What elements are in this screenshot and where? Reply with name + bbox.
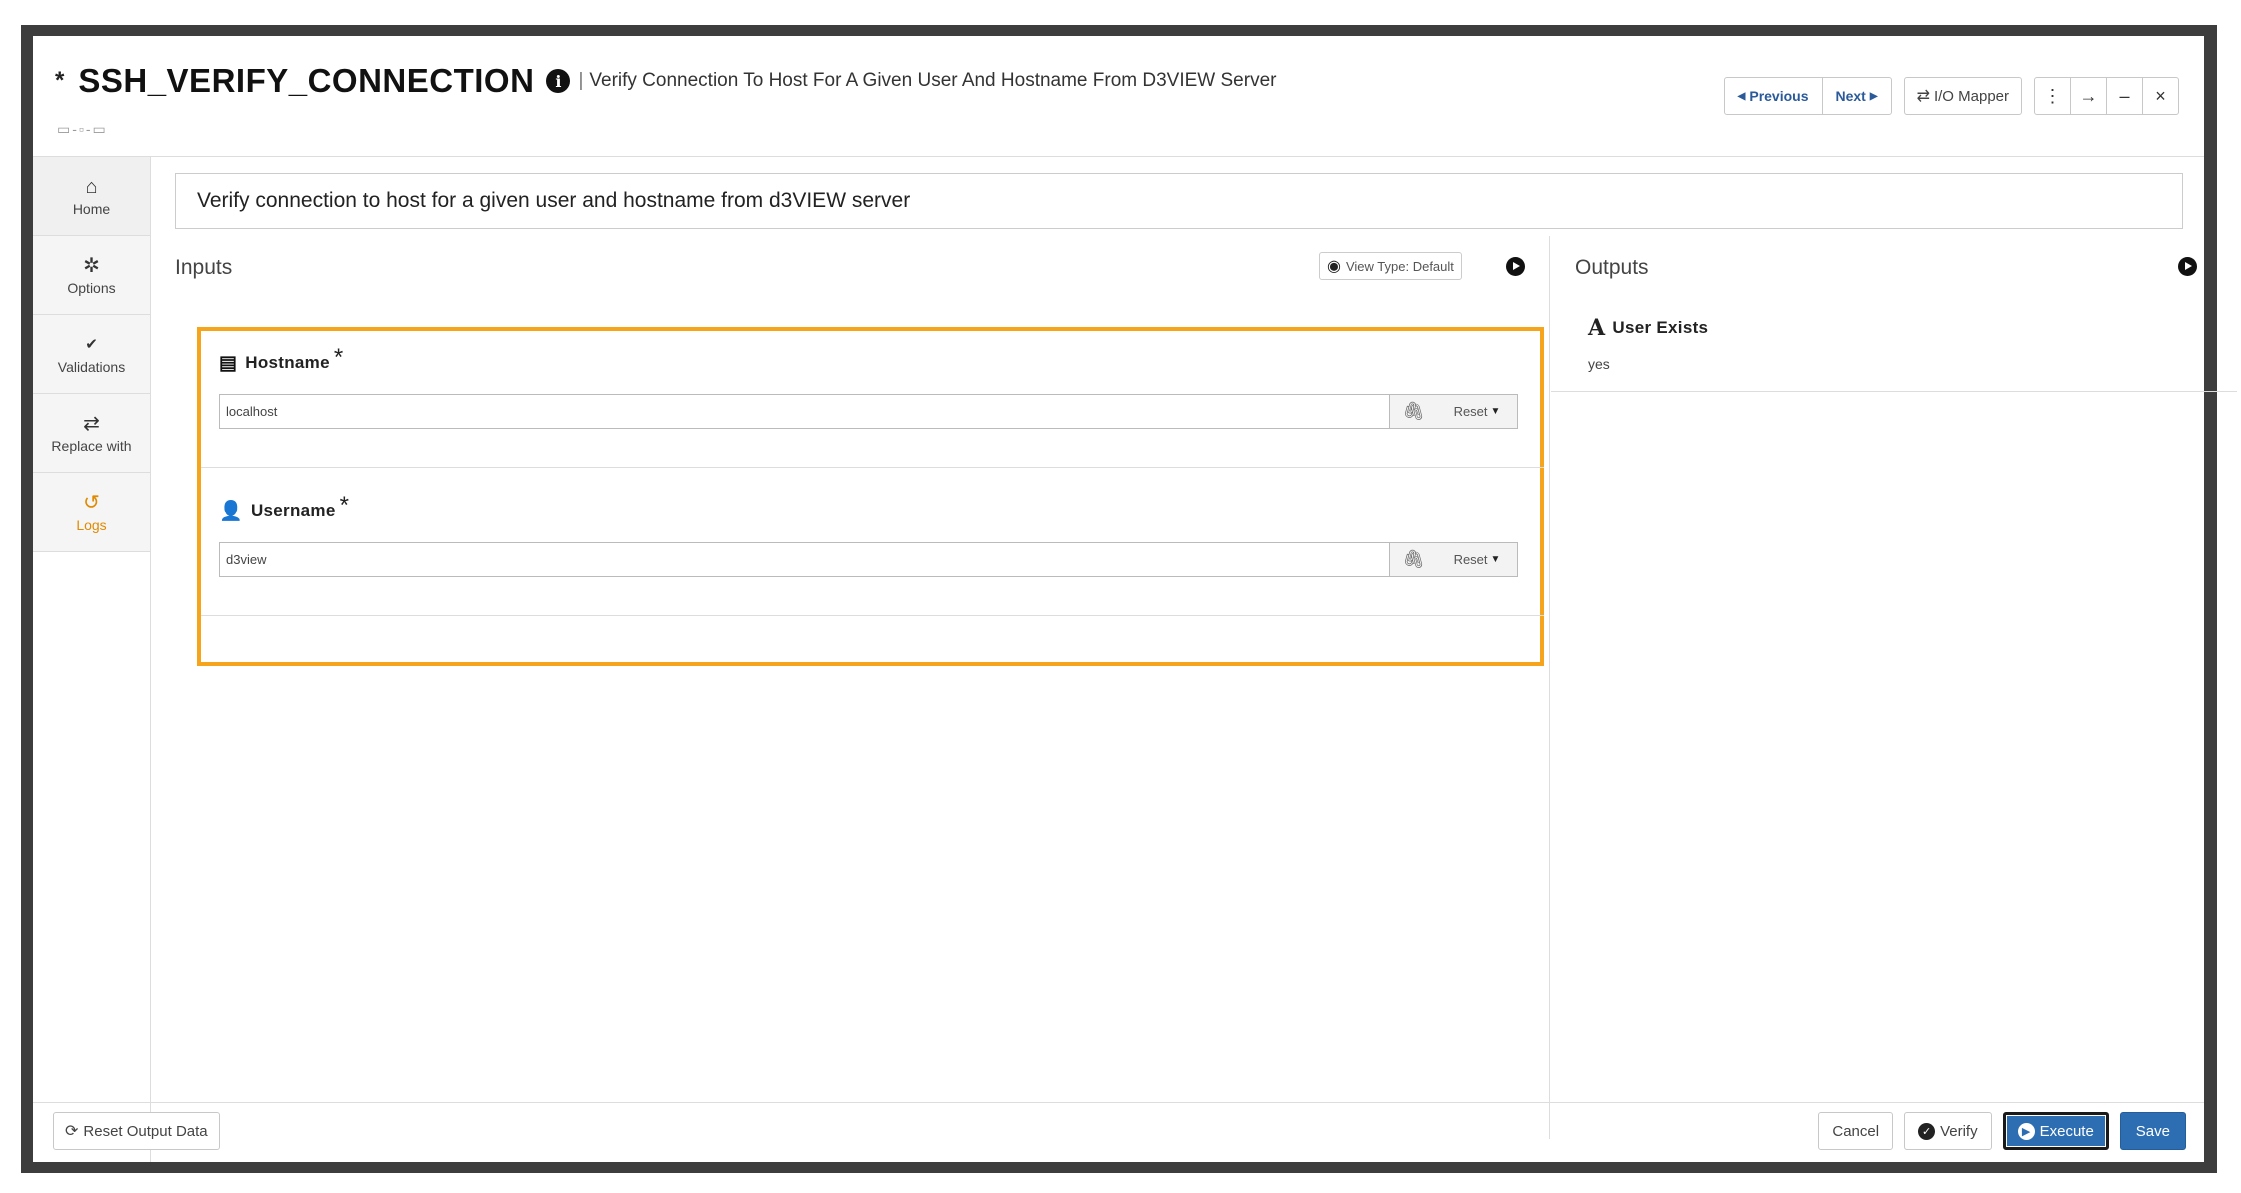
eye-icon: ◉ — [1327, 258, 1341, 275]
subtitle-text: Verify Connection To Host For A Given Us… — [589, 70, 1277, 91]
sidebar-item-validations[interactable]: ✔ Validations — [33, 315, 150, 394]
play-circle-icon: ▶ — [2017, 1122, 2035, 1140]
hostname-reset-button[interactable]: Reset ▼ — [1437, 394, 1518, 429]
user-icon: 👤 — [219, 501, 243, 522]
sidebar-item-replace-with[interactable]: ⇄ Replace with — [33, 394, 150, 473]
cancel-button[interactable]: Cancel — [1818, 1112, 1894, 1150]
inputs-highlight-box: ▤ Hostname * localhost 🖇 Reset ▼ 👤 Userna… — [197, 327, 1544, 666]
attach-icon[interactable]: 🖇 — [1390, 394, 1438, 429]
description-text: Verify connection to host for a given us… — [197, 189, 911, 212]
caret-down-icon: ▼ — [1490, 406, 1501, 417]
history-icon: ↺ — [83, 491, 100, 514]
username-reset-button[interactable]: Reset ▼ — [1437, 542, 1518, 577]
footer-actions: Cancel ✓ Verify ▶ Execute Save — [1818, 1112, 2186, 1150]
username-label: 👤 Username * — [219, 492, 350, 522]
info-icon[interactable]: i — [546, 69, 571, 93]
required-marker: * — [333, 344, 344, 371]
inputs-title: Inputs — [175, 256, 233, 279]
previous-button[interactable]: ◀ Previous — [1723, 77, 1823, 115]
check-double-icon: ✔ — [85, 335, 98, 353]
required-marker: * — [339, 492, 350, 519]
outputs-title: Outputs — [1575, 256, 1649, 279]
footer: ⟳ Reset Output Data Cancel ✓ Verify ▶ Execu… — [33, 1102, 2204, 1162]
header-toolbar: ◀ Previous Next ▶ ⇄ I/O Mapper ⋮ → – × — [1723, 77, 2179, 115]
modified-marker: * — [55, 67, 65, 94]
close-icon[interactable]: × — [2142, 77, 2179, 115]
sidebar-item-label: Options — [67, 279, 116, 296]
reset-output-data-button[interactable]: ⟳ Reset Output Data — [53, 1112, 220, 1150]
text-type-icon: A — [1588, 315, 1606, 341]
window-controls: ⋮ → – × — [2034, 77, 2179, 115]
swap-icon: ⇄ — [83, 412, 100, 435]
server-icon: ▤ — [219, 352, 238, 374]
refresh-icon: ⟳ — [65, 1123, 79, 1140]
title-separator: | — [578, 70, 584, 91]
caret-right-icon: ▶ — [1869, 90, 1878, 102]
view-type-button[interactable]: ◉ View Type: Default — [1319, 252, 1462, 280]
sidebar-item-label: Logs — [76, 516, 107, 533]
verify-button[interactable]: ✓ Verify — [1904, 1112, 1992, 1150]
swap-icon: ⇄ — [1916, 88, 1930, 105]
minimize-icon[interactable]: – — [2106, 77, 2143, 115]
io-mapper-button[interactable]: ⇄ I/O Mapper — [1903, 77, 2022, 115]
caret-down-icon: ▼ — [1490, 554, 1501, 565]
field-divider — [201, 467, 1544, 468]
sidebar-item-options[interactable]: ✲ Options — [33, 236, 150, 315]
field-divider — [201, 615, 1544, 616]
play-circle-icon[interactable] — [2178, 257, 2197, 276]
username-input-row: d3view 🖇 Reset ▼ — [219, 542, 1518, 577]
attach-icon[interactable]: 🖇 — [1390, 542, 1438, 577]
sidebar-item-label: Validations — [57, 358, 126, 375]
more-vertical-icon[interactable]: ⋮ — [2034, 77, 2071, 115]
execute-button[interactable]: ▶ Execute — [2002, 1112, 2109, 1150]
task-window: * SSH_VERIFY_CONNECTION i | Verify Connec… — [33, 36, 2237, 1162]
hostname-input[interactable]: localhost — [219, 394, 1390, 429]
hostname-input-row: localhost 🖇 Reset ▼ — [219, 394, 1518, 429]
description-field[interactable]: Verify connection to host for a given us… — [175, 173, 2183, 229]
caret-left-icon: ◀ — [1737, 90, 1746, 102]
sidebar-item-label: Home — [72, 200, 111, 217]
user-exists-label: A User Exists — [1588, 315, 1709, 341]
check-circle-icon: ✓ — [1918, 1122, 1936, 1140]
hostname-field-group: ▤ Hostname * localhost 🖇 Reset ▼ — [219, 344, 1533, 429]
sidebar: ⌂ Home ✲ Options ✔ Validations ⇄ Replace… — [33, 157, 151, 1162]
page-subtitle: | Verify Connection To Host For A Given U… — [578, 70, 1276, 92]
title-row: * SSH_VERIFY_CONNECTION i | Verify Connec… — [55, 62, 1276, 100]
sidebar-item-home[interactable]: ⌂ Home — [33, 157, 150, 236]
save-button[interactable]: Save — [2119, 1112, 2186, 1150]
sidebar-item-logs[interactable]: ↺ Logs — [33, 473, 150, 552]
play-circle-icon[interactable] — [1506, 257, 1525, 276]
arrow-right-icon[interactable]: → — [2070, 77, 2107, 115]
window-header: * SSH_VERIFY_CONNECTION i | Verify Connec… — [33, 36, 2204, 157]
sidebar-item-label: Replace with — [51, 437, 132, 454]
pager-group: ◀ Previous Next ▶ — [1723, 77, 1892, 115]
username-field-group: 👤 Username * d3view 🖇 Reset ▼ — [219, 492, 1533, 577]
user-exists-value: yes — [1588, 356, 1610, 372]
page-title: SSH_VERIFY_CONNECTION — [78, 62, 535, 99]
home-icon: ⌂ — [85, 175, 98, 198]
username-input[interactable]: d3view — [219, 542, 1390, 577]
outputs-panel: Outputs A User Exists yes — [1551, 236, 2237, 1139]
next-button[interactable]: Next ▶ — [1821, 77, 1892, 115]
gear-icon: ✲ — [83, 254, 100, 277]
hostname-label: ▤ Hostname * — [219, 344, 344, 374]
workflow-mini-icon[interactable]: ▭-▫-▭ — [57, 121, 108, 138]
output-divider — [1551, 391, 2237, 392]
